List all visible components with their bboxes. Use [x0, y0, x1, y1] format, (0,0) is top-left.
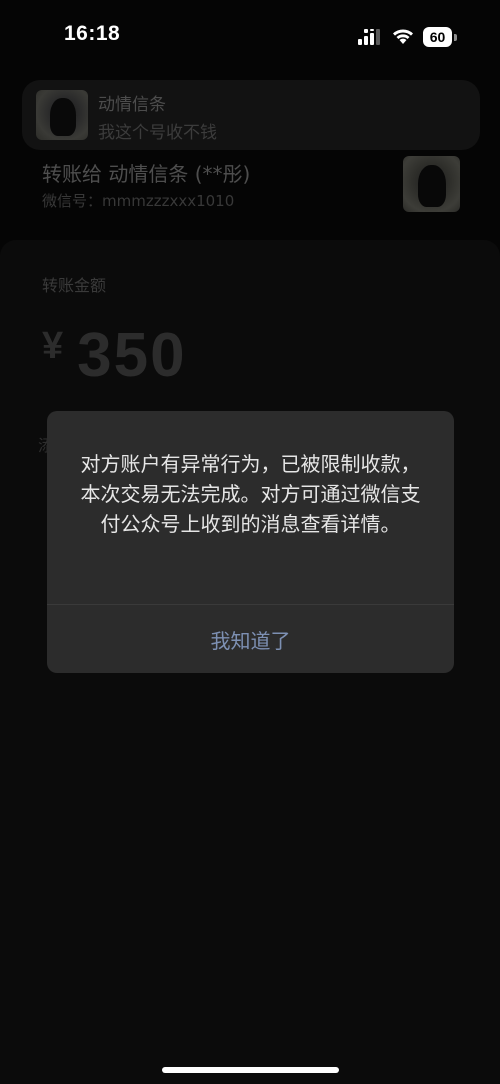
wechat-id: 微信号：mmmzzzxxx1010	[42, 192, 235, 210]
currency-symbol: ¥	[42, 325, 66, 367]
recipient-avatar	[403, 156, 460, 212]
banner-avatar	[36, 90, 88, 140]
status-time: 16:18	[64, 22, 121, 45]
amount-value: 350	[77, 321, 187, 390]
battery-icon: 60	[423, 27, 459, 47]
battery-tip	[454, 34, 457, 41]
recipient-banner[interactable]: 动情信条 我这个号收不钱	[22, 80, 480, 150]
amount-label: 转账金额	[42, 276, 107, 295]
transfer-recipient-label: 转账给 动情信条 (**彤)	[42, 162, 251, 186]
acknowledge-button[interactable]: 我知道了	[47, 605, 454, 673]
wifi-icon	[393, 29, 413, 44]
banner-message: 我这个号收不钱	[98, 123, 217, 143]
home-indicator[interactable]	[162, 1067, 339, 1073]
banner-name: 动情信条	[98, 95, 166, 115]
status-bar: 16:18 60	[0, 0, 500, 60]
amount-field[interactable]: ¥350	[42, 320, 187, 391]
alert-dialog: 对方账户有异常行为，已被限制收款，本次交易无法完成。对方可通过微信支付公众号上收…	[47, 411, 454, 673]
cellular-signal-icon	[358, 29, 380, 45]
battery-level: 60	[423, 27, 452, 47]
alert-message: 对方账户有异常行为，已被限制收款，本次交易无法完成。对方可通过微信支付公众号上收…	[80, 452, 421, 536]
